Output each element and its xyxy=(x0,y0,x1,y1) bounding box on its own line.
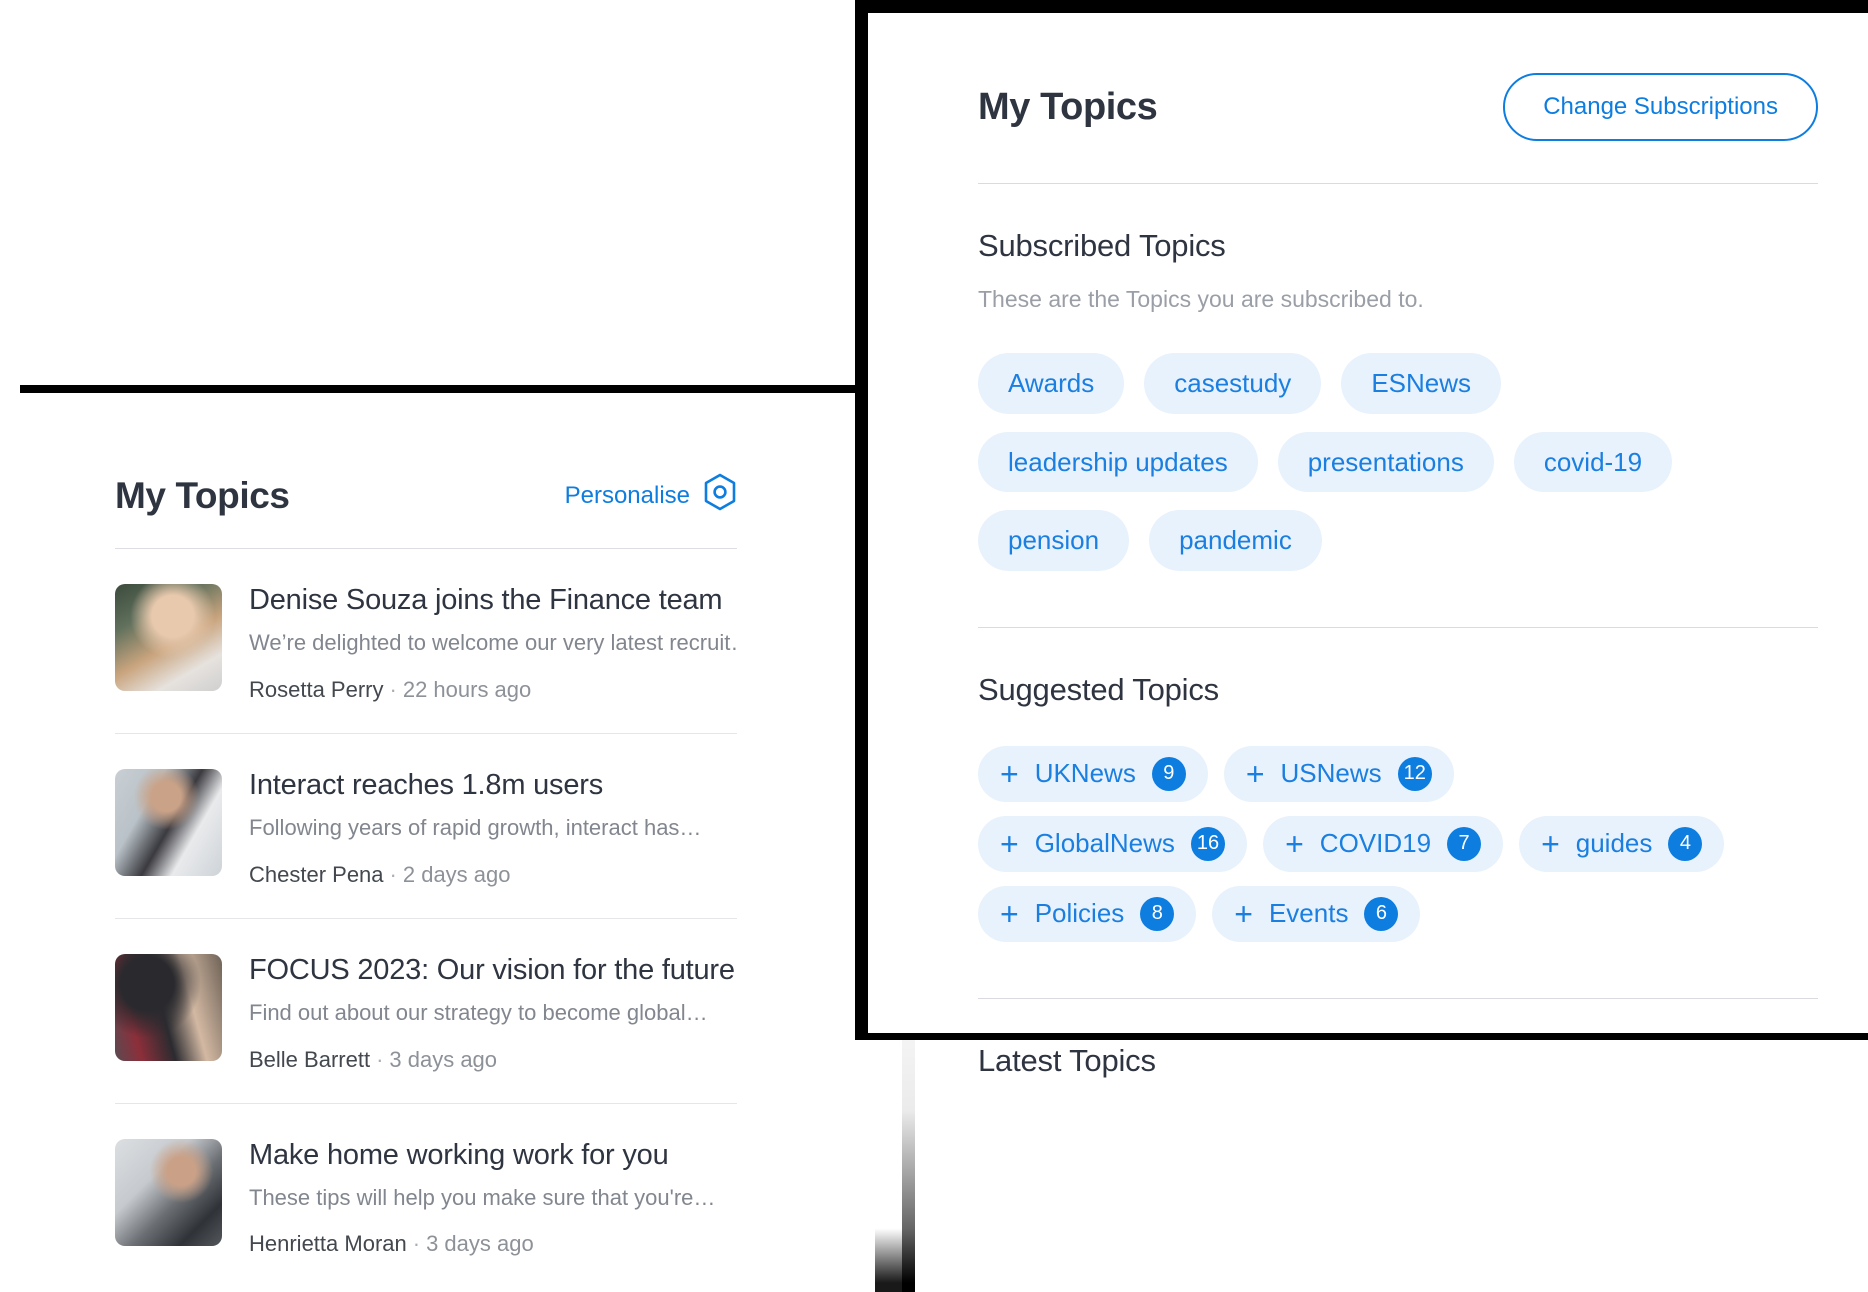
article-thumbnail xyxy=(115,953,222,1061)
latest-topics-heading: Latest Topics xyxy=(978,1042,1156,1078)
article-thumbnail xyxy=(115,1138,222,1246)
topic-count-badge: 16 xyxy=(1190,826,1226,861)
header-divider xyxy=(978,183,1818,184)
article-author: Henrietta Moran xyxy=(249,1231,407,1257)
article-excerpt: Find out about our strategy to become gl… xyxy=(249,1000,708,1026)
plus-icon: + xyxy=(1000,895,1019,932)
topic-count-badge: 12 xyxy=(1397,756,1432,791)
article-title: FOCUS 2023: Our vision for the future xyxy=(249,953,735,986)
suggested-topic-chip[interactable]: + Events 6 xyxy=(1212,885,1421,942)
feed-card-frame: My Topics Personalise Denise Souza joins… xyxy=(20,385,915,1292)
plus-icon: + xyxy=(1000,755,1019,792)
suggested-topic-label: Policies xyxy=(1034,898,1125,928)
subscribed-topics-heading: Subscribed Topics xyxy=(978,228,1226,263)
hexagon-settings-icon xyxy=(703,473,737,518)
plus-icon: + xyxy=(1245,755,1265,792)
suggested-section-divider xyxy=(978,997,1818,999)
article-time: 22 hours ago xyxy=(402,676,532,702)
plus-icon: + xyxy=(1285,825,1304,862)
article-title: Make home working work for you xyxy=(249,1138,669,1171)
topic-count-badge: 6 xyxy=(1364,896,1399,931)
meta-separator: · xyxy=(376,1046,384,1072)
plus-icon: + xyxy=(1541,825,1560,862)
feed-card-header: My Topics Personalise xyxy=(115,473,822,548)
suggested-topics-section: Suggested Topics + UKNews 9 + USNews 12 xyxy=(868,672,1868,942)
topics-page-title: My Topics xyxy=(978,85,1158,128)
suggested-topic-chip[interactable]: + guides 4 xyxy=(1519,815,1725,872)
my-topics-feed-card: My Topics Personalise Denise Souza joins… xyxy=(20,393,902,1292)
topic-chip[interactable]: pandemic xyxy=(1149,510,1322,571)
suggested-topic-label: UKNews xyxy=(1034,758,1136,788)
article-meta: Rosetta Perry · 22 hours ago xyxy=(249,677,737,703)
topic-count-badge: 7 xyxy=(1447,826,1482,861)
article-author: Rosetta Perry xyxy=(249,676,384,702)
list-item[interactable]: Interact reaches 1.8m users Following ye… xyxy=(115,734,737,919)
subscribed-topics-subtitle: These are the Topics you are subscribed … xyxy=(978,286,1424,312)
list-item[interactable]: Make home working work for you These tip… xyxy=(115,1104,737,1288)
meta-separator: · xyxy=(389,861,397,887)
screenshot-stage: My Topics Personalise Denise Souza joins… xyxy=(0,0,1868,1292)
article-title: Denise Souza joins the Finance team xyxy=(249,584,723,616)
suggested-topic-label: GlobalNews xyxy=(1034,828,1175,858)
article-time: 3 days ago xyxy=(426,1231,534,1257)
topic-chip[interactable]: Awards xyxy=(978,353,1125,414)
article-meta: Belle Barrett · 3 days ago xyxy=(249,1047,737,1073)
suggested-topic-chip[interactable]: + USNews 12 xyxy=(1223,745,1454,802)
article-author: Chester Pena xyxy=(249,861,384,887)
latest-topics-section: Latest Topics xyxy=(868,1043,1868,1079)
topic-chip[interactable]: presentations xyxy=(1277,431,1494,492)
suggested-topic-label: USNews xyxy=(1280,758,1382,788)
my-topics-management-card: My Topics Change Subscriptions Subscribe… xyxy=(868,13,1868,1078)
article-excerpt: We’re delighted to welcome our very late… xyxy=(249,630,737,656)
topic-chip[interactable]: ESNews xyxy=(1341,353,1502,414)
article-meta: Henrietta Moran · 3 days ago xyxy=(249,1231,737,1257)
article-time: 3 days ago xyxy=(389,1046,498,1072)
article-thumbnail xyxy=(115,584,222,691)
topics-card-header: My Topics Change Subscriptions xyxy=(978,73,1818,183)
plus-icon: + xyxy=(1000,825,1019,862)
topic-chip[interactable]: pension xyxy=(978,510,1130,571)
suggested-topic-chip[interactable]: + GlobalNews 16 xyxy=(978,815,1248,872)
personalise-button[interactable]: Personalise xyxy=(565,473,737,518)
topic-chip[interactable]: covid-19 xyxy=(1513,431,1673,492)
suggested-topics-heading: Suggested Topics xyxy=(978,671,1219,707)
list-item[interactable]: Denise Souza joins the Finance team We’r… xyxy=(115,549,737,734)
subscribed-section-divider xyxy=(978,626,1818,628)
meta-separator: · xyxy=(389,676,397,702)
personalise-label: Personalise xyxy=(564,481,690,509)
suggested-topic-chip[interactable]: + COVID19 7 xyxy=(1263,815,1504,872)
topics-card-frame: My Topics Change Subscriptions Subscribe… xyxy=(855,0,1868,1078)
feed-page-title: My Topics xyxy=(115,474,290,516)
topic-count-badge: 8 xyxy=(1140,896,1175,931)
article-title: Interact reaches 1.8m users xyxy=(249,768,604,801)
article-meta: Chester Pena · 2 days ago xyxy=(249,862,737,888)
article-excerpt: These tips will help you make sure that … xyxy=(249,1185,716,1211)
change-subscriptions-button[interactable]: Change Subscriptions xyxy=(1503,73,1818,141)
article-list: Denise Souza joins the Finance team We’r… xyxy=(115,549,822,1287)
suggested-topic-chip[interactable]: + UKNews 9 xyxy=(978,745,1208,802)
article-author: Belle Barrett xyxy=(249,1046,371,1072)
topic-count-badge: 4 xyxy=(1668,826,1703,861)
suggested-topic-label: COVID19 xyxy=(1319,828,1432,858)
suggested-topics-list: + UKNews 9 + USNews 12 + GlobalNews 16 +… xyxy=(978,745,1738,942)
topic-chip[interactable]: leadership updates xyxy=(978,431,1258,492)
topic-count-badge: 9 xyxy=(1151,756,1186,791)
subscribed-topics-section: Subscribed Topics These are the Topics y… xyxy=(868,228,1868,571)
meta-separator: · xyxy=(412,1231,421,1257)
plus-icon: + xyxy=(1234,895,1253,932)
suggested-topic-label: Events xyxy=(1268,898,1349,928)
article-excerpt: Following years of rapid growth, interac… xyxy=(249,815,702,841)
list-item[interactable]: FOCUS 2023: Our vision for the future Fi… xyxy=(115,919,737,1104)
suggested-topic-label: guides xyxy=(1575,828,1653,858)
article-thumbnail xyxy=(115,768,222,876)
topic-chip[interactable]: casestudy xyxy=(1144,353,1322,414)
article-time: 2 days ago xyxy=(402,861,511,887)
subscribed-topics-list: Awards casestudy ESNews leadership updat… xyxy=(978,353,1738,571)
suggested-topic-chip[interactable]: + Policies 8 xyxy=(978,885,1197,942)
